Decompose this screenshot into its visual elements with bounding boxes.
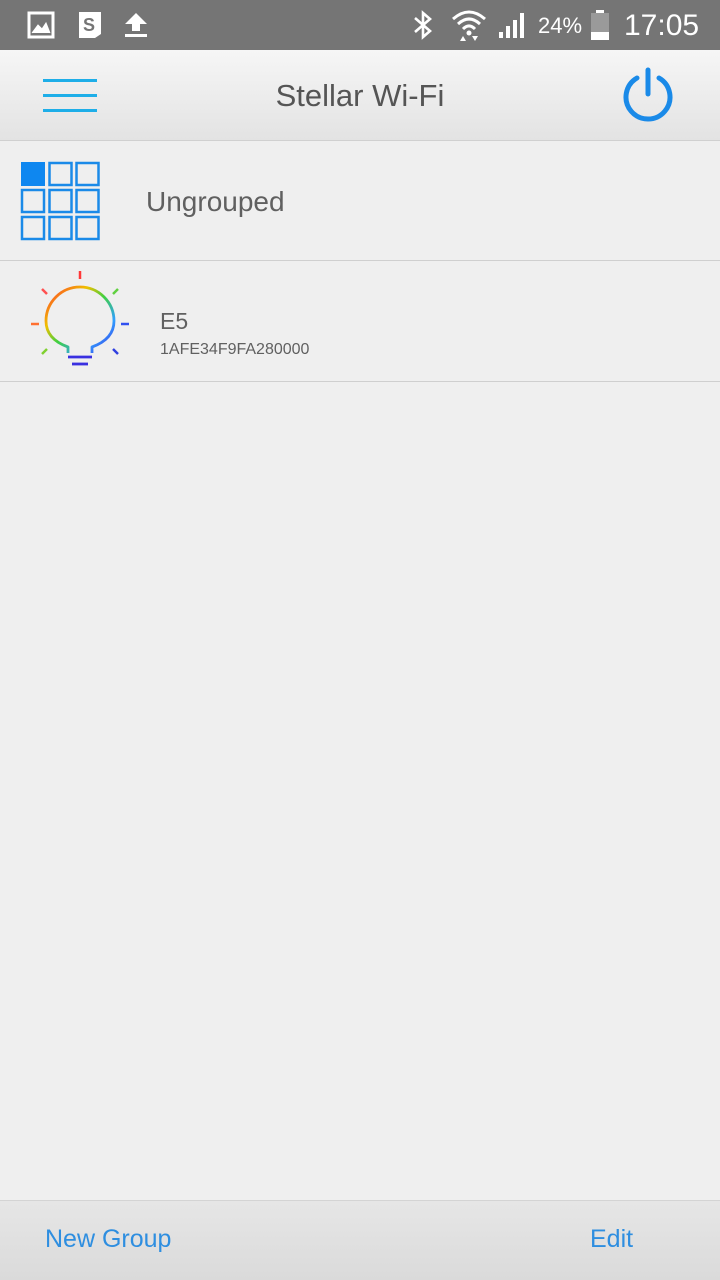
app-bar: Stellar Wi-Fi <box>0 50 720 141</box>
s-app-icon: S <box>72 0 106 50</box>
wifi-icon <box>448 0 490 50</box>
clock-time: 17:05 <box>624 9 700 42</box>
rgb-bulb-icon <box>28 269 134 375</box>
gallery-icon <box>24 0 58 50</box>
signal-icon <box>494 0 530 50</box>
new-group-button[interactable]: New Group <box>45 1201 171 1280</box>
battery-percent: 24% <box>538 13 583 38</box>
grid-group-icon <box>20 161 100 241</box>
status-bar: S 24% 17:05 <box>0 0 720 50</box>
bottom-bar: New Group Edit <box>0 1200 720 1280</box>
group-label: Ungrouped <box>146 186 285 217</box>
device-name: E5 <box>160 308 189 334</box>
device-row[interactable]: E5 1AFE34F9FA280000 <box>0 261 720 382</box>
app-screen: S 24% 17:05 Stellar Wi-Fi Ungrouped E5 1… <box>0 0 720 1280</box>
bluetooth-icon <box>408 0 438 50</box>
device-id: 1AFE34F9FA280000 <box>160 341 310 358</box>
group-row-ungrouped[interactable]: Ungrouped <box>0 141 720 261</box>
svg-text:S: S <box>83 15 95 35</box>
power-icon <box>623 67 673 122</box>
upload-icon <box>120 0 152 50</box>
power-button[interactable] <box>606 62 690 130</box>
battery-icon <box>588 0 612 50</box>
edit-button[interactable]: Edit <box>590 1201 633 1280</box>
